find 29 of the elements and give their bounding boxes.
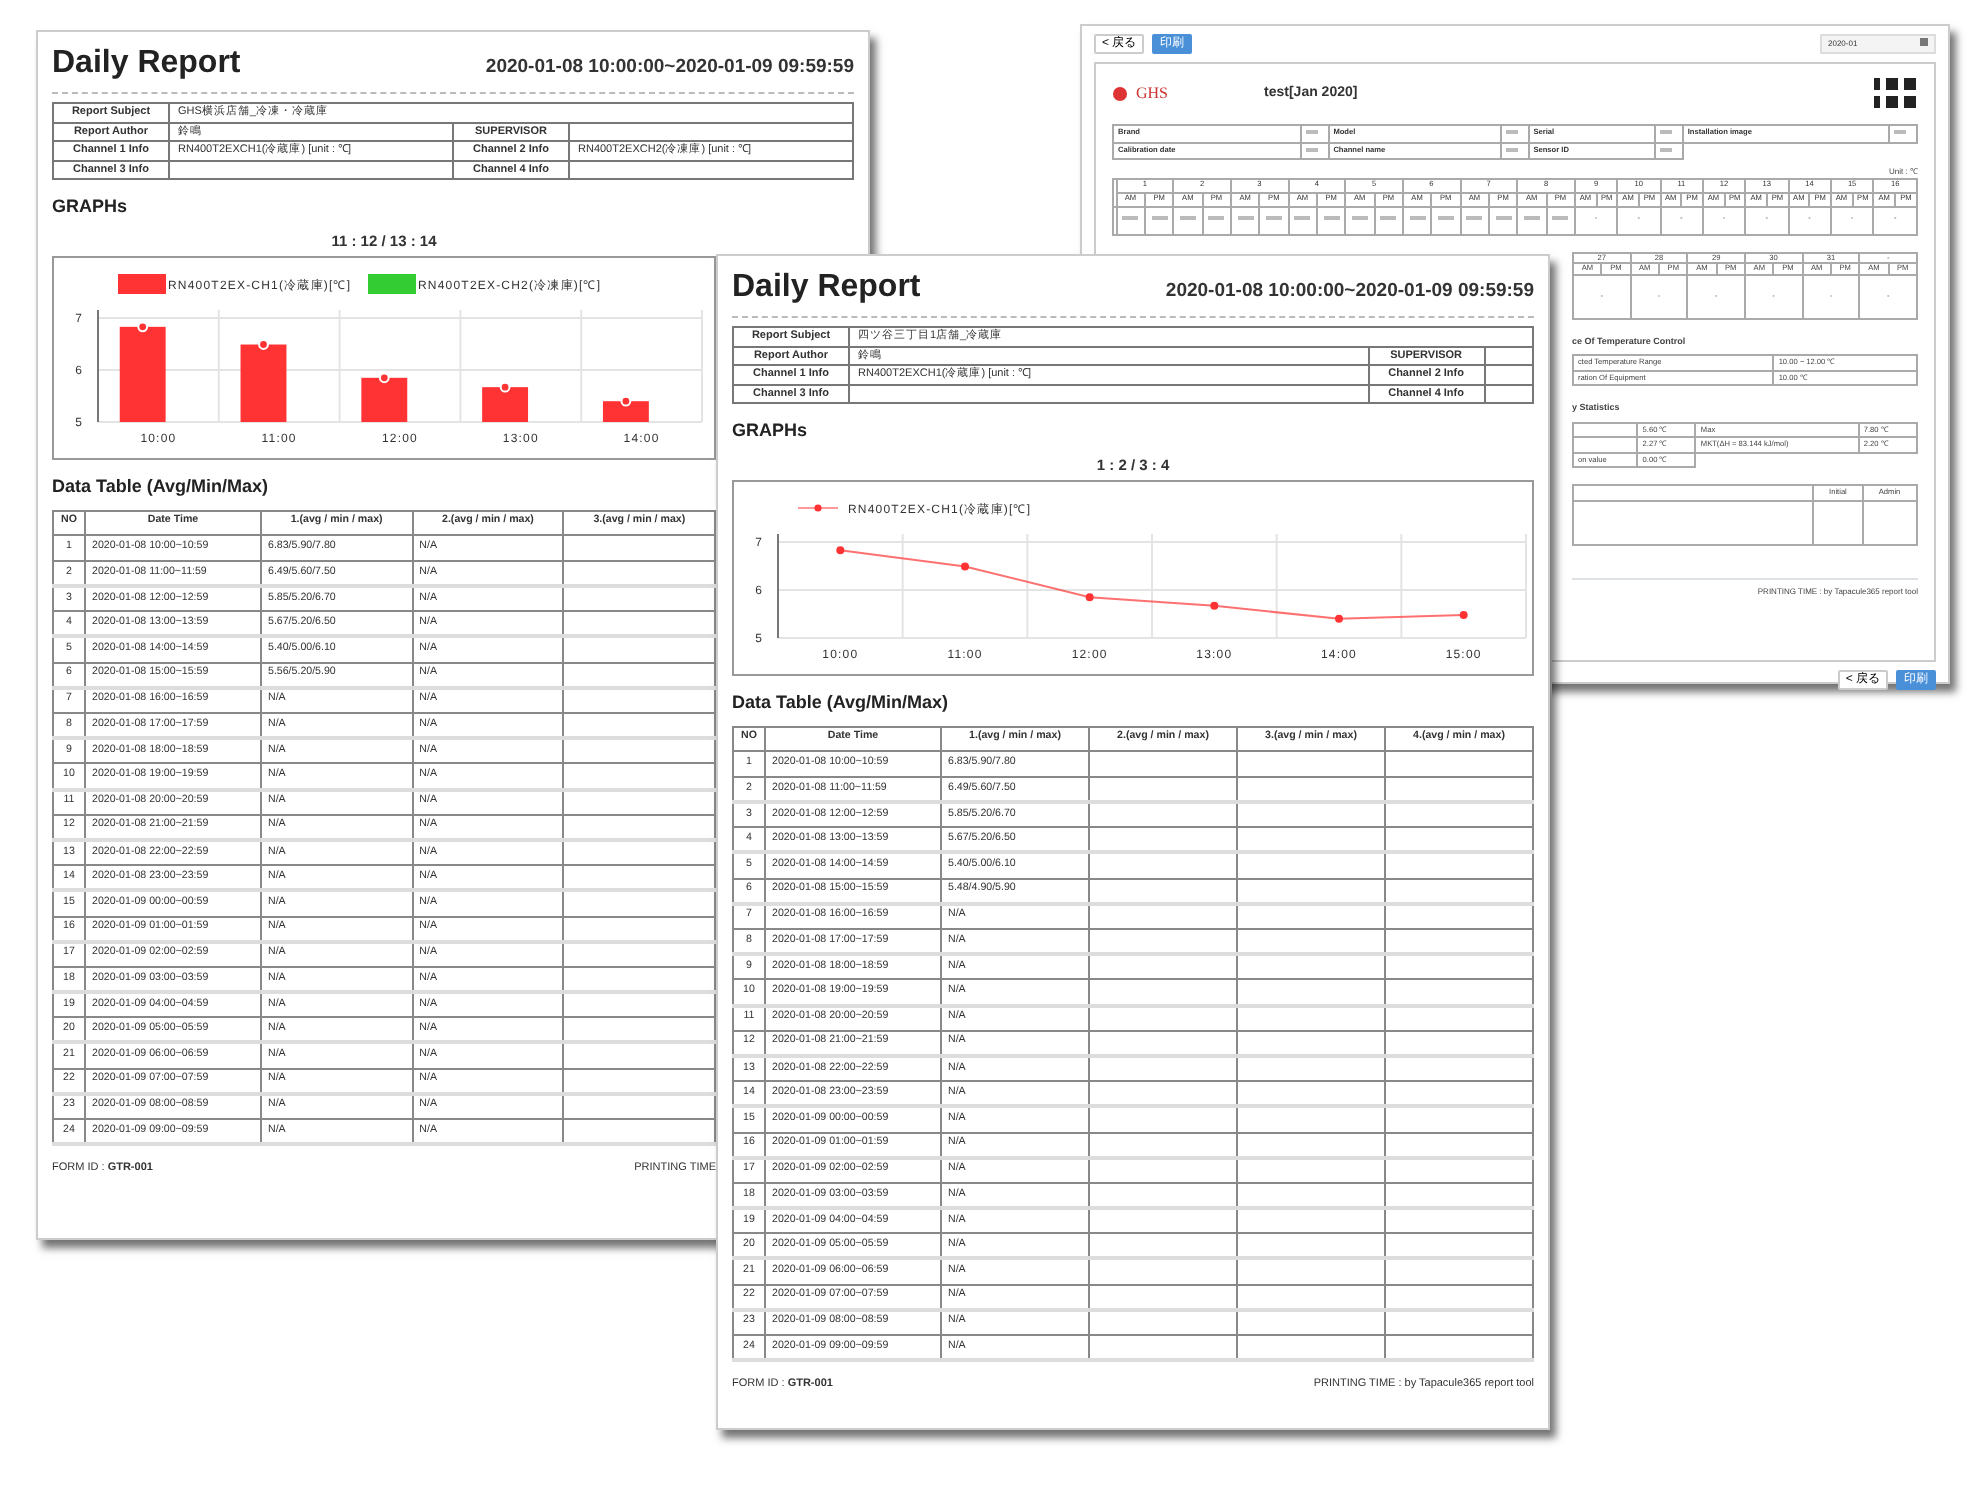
data-point	[1210, 601, 1219, 610]
logo-icon	[1112, 86, 1128, 102]
report-period: 2020-01-08 10:00:00~2020-01-09 09:59:59	[1165, 278, 1534, 306]
data-point	[620, 395, 632, 407]
data-point	[258, 339, 269, 350]
section-heading: Data Table (Avg/Min/Max)	[732, 690, 951, 716]
data-point	[1085, 593, 1094, 602]
data-point	[836, 546, 845, 555]
data-point	[378, 372, 390, 384]
report-title: Daily Report	[732, 270, 921, 306]
data-point	[1335, 614, 1343, 623]
data-point	[961, 562, 969, 571]
bar	[602, 401, 649, 422]
section-heading: GRAPHs	[52, 194, 130, 221]
data-point	[1459, 610, 1468, 619]
y-axis	[777, 533, 779, 639]
bar	[482, 387, 529, 422]
section-heading: GRAPHs	[732, 418, 810, 445]
bar	[361, 377, 408, 422]
bar	[119, 326, 166, 422]
calendar-icon	[1920, 38, 1928, 46]
bar	[240, 344, 287, 422]
report-title: Daily Report	[52, 46, 241, 82]
data-point	[137, 321, 149, 333]
section-heading: Data Table (Avg/Min/Max)	[52, 474, 271, 500]
logo-text: GHS	[1136, 82, 1169, 106]
data-point	[499, 381, 511, 393]
y-axis	[97, 309, 99, 423]
report-period: 2020-01-08 10:00:00~2020-01-09 09:59:59	[485, 54, 854, 82]
